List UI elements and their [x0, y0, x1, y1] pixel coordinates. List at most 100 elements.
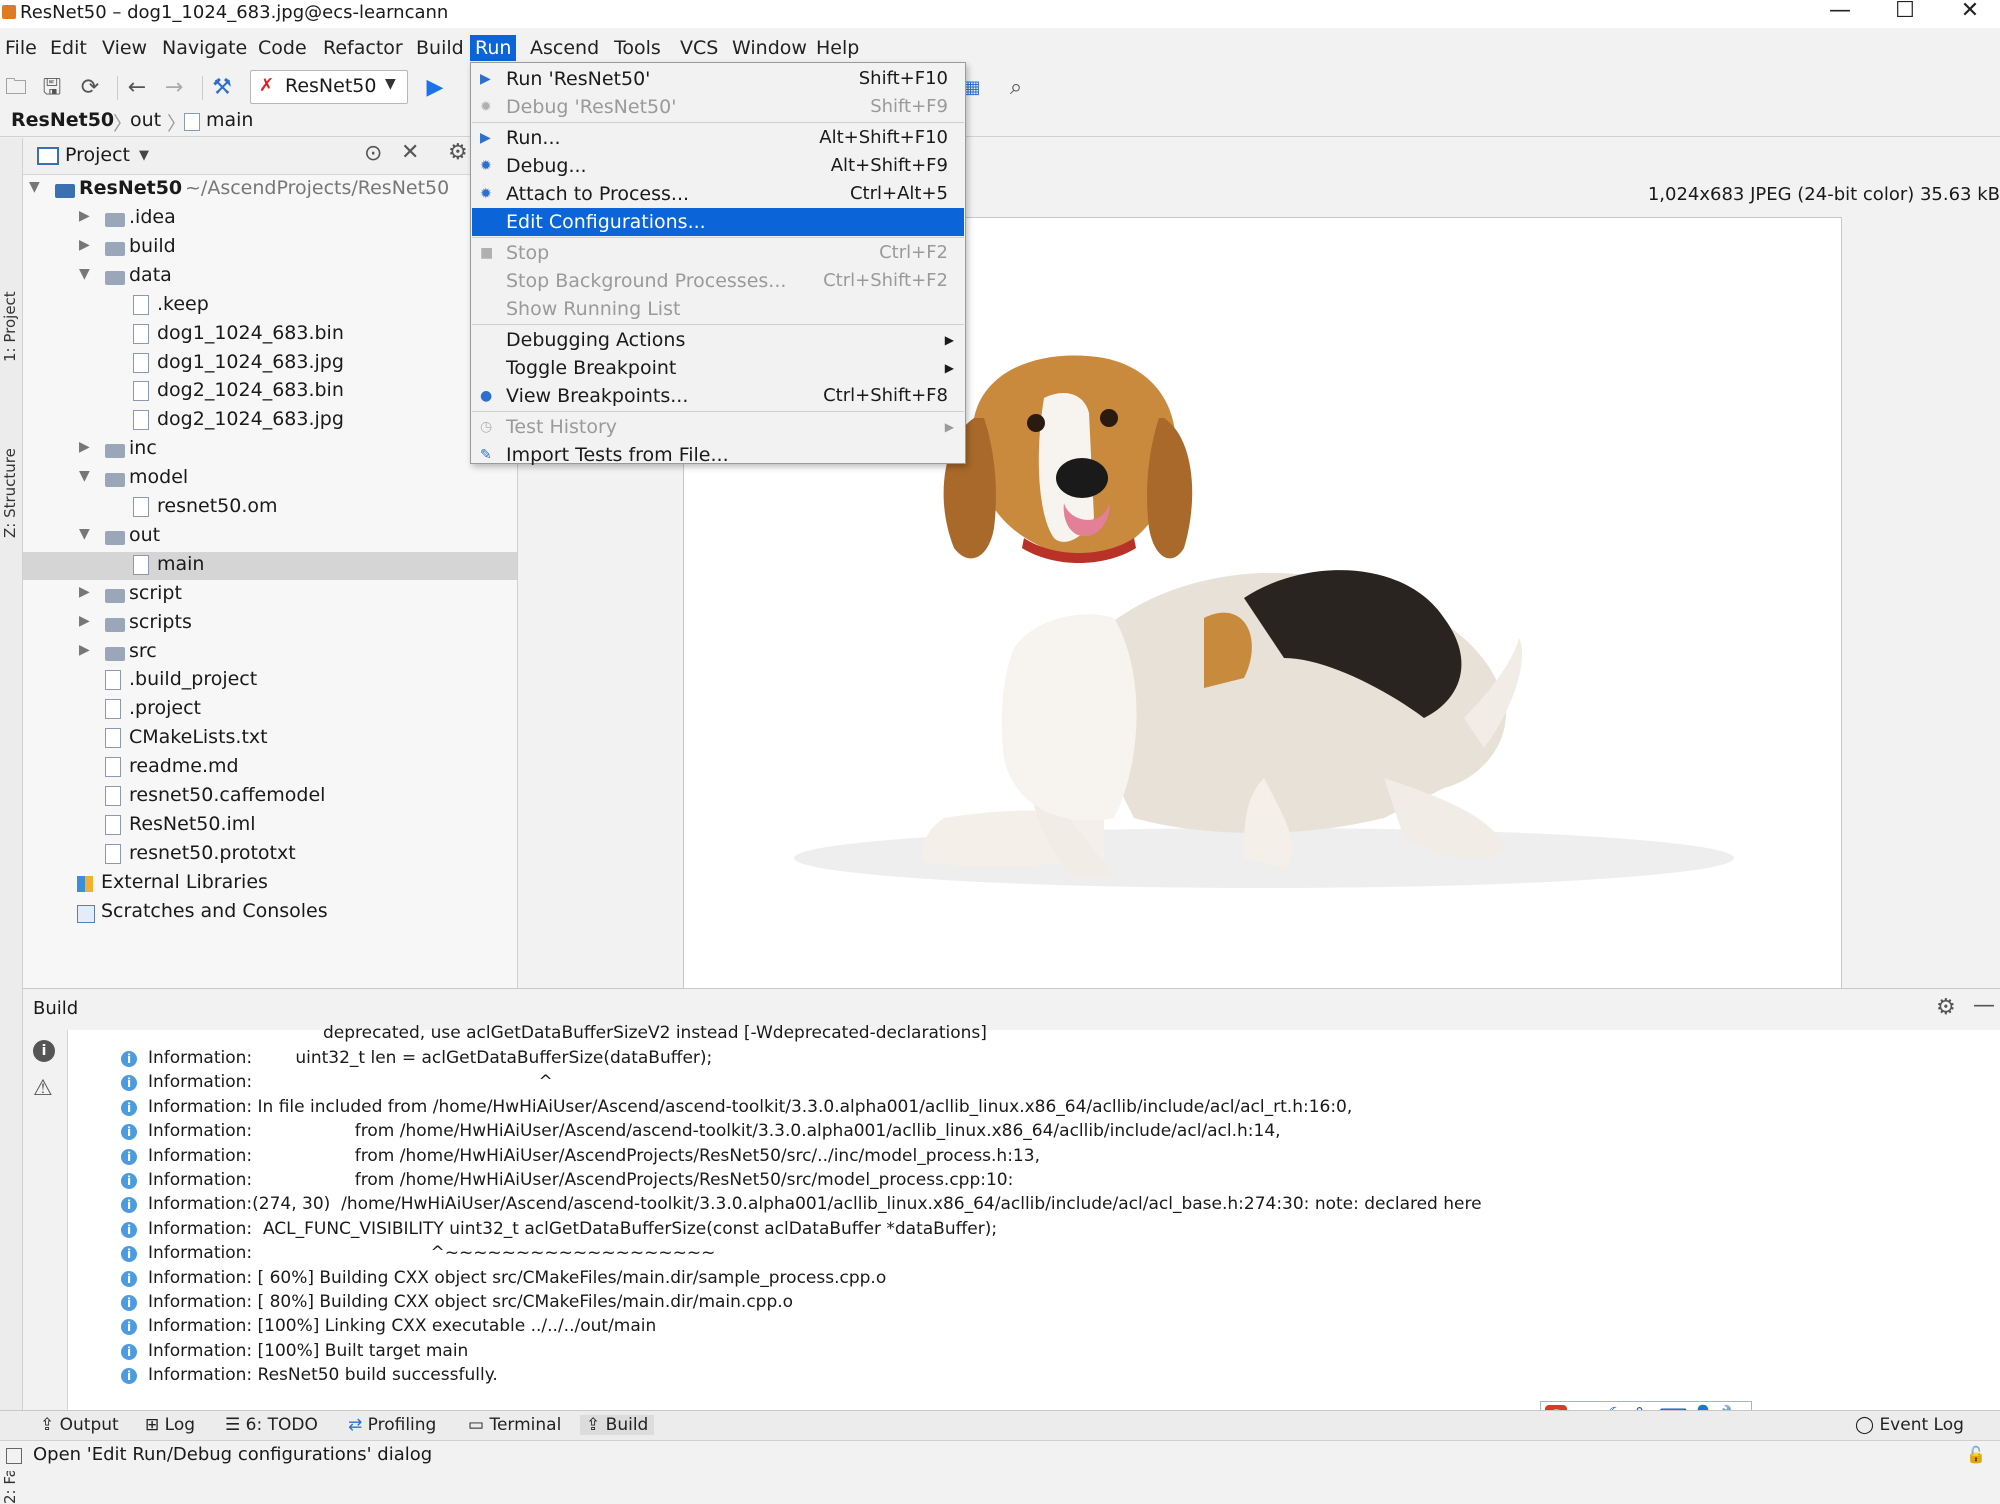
tab-build[interactable]: ⇪ Build [580, 1415, 655, 1435]
breadcrumb-item[interactable]: ResNet50 [11, 109, 114, 131]
menu-run[interactable]: Run [470, 35, 517, 61]
close-button[interactable]: ✕ [1950, 0, 1990, 23]
run-menu-item[interactable]: ◷ Test History ▶ [472, 413, 964, 441]
event-log-button[interactable]: ◯ Event Log [1855, 1415, 1964, 1435]
sync-icon[interactable]: ⟳ [76, 74, 104, 102]
tree-item[interactable]: ▼ data [23, 263, 517, 291]
minimize-panel-icon[interactable]: — [1973, 993, 1995, 1018]
expand-arrow-icon[interactable]: ▶ [79, 613, 90, 629]
menu-tools[interactable]: Tools [609, 35, 666, 61]
run-menu-item[interactable]: ✹ Attach to Process... Ctrl+Alt+5 [472, 180, 964, 208]
menu-edit[interactable]: Edit [45, 35, 92, 61]
expand-arrow-icon[interactable]: ▶ [79, 642, 90, 658]
tree-item[interactable]: ▶ .idea [23, 205, 517, 233]
save-icon[interactable]: 🖫 [38, 74, 66, 102]
gear-icon[interactable]: ⚙ [1936, 995, 1956, 1020]
tree-item[interactable]: ▶ inc [23, 436, 517, 464]
tree-item[interactable]: ▶ script [23, 581, 517, 609]
run-menu-item-label: Toggle Breakpoint [506, 357, 677, 379]
menu-help[interactable]: Help [811, 35, 864, 61]
tab-terminal[interactable]: ▭ Terminal [468, 1415, 561, 1435]
info-icon: i [121, 1343, 137, 1360]
run-config-dropdown[interactable]: ✗ ResNet50 ▼ [250, 70, 408, 104]
menu-ascend[interactable]: Ascend [525, 35, 604, 61]
tree-item[interactable]: .build_project [23, 667, 517, 695]
tree-item[interactable]: dog1_1024_683.bin [23, 321, 517, 349]
tab-todo[interactable]: ☰ 6: TODO [225, 1415, 318, 1435]
tree-item[interactable]: resnet50.prototxt [23, 841, 517, 869]
menu-refactor[interactable]: Refactor [318, 35, 408, 61]
tree-item[interactable]: dog2_1024_683.jpg [23, 407, 517, 435]
structure-tool-tab[interactable]: Z: Structure [1, 448, 19, 538]
tree-item[interactable]: resnet50.om [23, 494, 517, 522]
project-tool-tab[interactable]: 1: Project [1, 291, 19, 362]
expand-arrow-icon[interactable]: ▶ [79, 208, 90, 224]
chevron-down-icon[interactable]: ▼ [139, 148, 149, 163]
expand-arrow-icon[interactable]: ▶ [79, 584, 90, 600]
tree-item[interactable]: .keep [23, 292, 517, 320]
run-menu-item[interactable]: ▶ Run 'ResNet50' Shift+F10 [472, 65, 964, 93]
run-menu-item[interactable]: Stop Background Processes... Ctrl+Shift+F… [472, 267, 964, 295]
menu-vcs[interactable]: VCS [675, 35, 723, 61]
expand-arrow-icon[interactable]: ▶ [79, 237, 90, 253]
run-menu-item[interactable]: Edit Configurations... [472, 208, 964, 236]
run-menu-item[interactable]: ✹ Debug... Alt+Shift+F9 [472, 152, 964, 180]
open-folder-icon[interactable]: 🗀 [2, 74, 30, 102]
minimize-button[interactable]: — [1820, 0, 1860, 23]
run-menu-item[interactable]: ✹ Debug 'ResNet50' Shift+F9 [472, 93, 964, 121]
breadcrumb-item[interactable]: out [130, 109, 161, 131]
warning-filter-icon[interactable]: ⚠ [33, 1076, 53, 1101]
tree-item[interactable]: External Libraries [23, 870, 517, 898]
menu-file[interactable]: File [0, 35, 42, 61]
tree-item[interactable]: main [23, 551, 517, 580]
collapse-icon[interactable]: ✕ [401, 140, 419, 165]
run-icon[interactable]: ▶ [421, 74, 449, 102]
run-menu-item[interactable]: ■ Stop Ctrl+F2 [472, 239, 964, 267]
tree-item[interactable]: ▼ model [23, 465, 517, 493]
search-icon[interactable]: ⌕ [1002, 74, 1030, 102]
tree-item[interactable]: readme.md [23, 754, 517, 782]
gear-icon[interactable]: ⚙ [448, 140, 468, 165]
menu-navigate[interactable]: Navigate [157, 35, 252, 61]
collapse-arrow-icon[interactable]: ▼ [79, 266, 90, 282]
tree-item[interactable]: ▼ out [23, 523, 517, 551]
collapse-arrow-icon[interactable]: ▼ [79, 468, 90, 484]
run-menu-item[interactable]: ● View Breakpoints... Ctrl+Shift+F8 [472, 382, 964, 410]
tab-output[interactable]: ⇪ Output [40, 1415, 119, 1435]
tree-item[interactable]: Scratches and Consoles [23, 899, 517, 927]
breadcrumb-item[interactable]: main [206, 109, 253, 131]
toggle-tool-windows-icon[interactable] [6, 1448, 22, 1464]
back-icon[interactable]: ← [123, 74, 151, 102]
locate-icon[interactable]: ⊙ [364, 141, 382, 166]
project-view-label[interactable]: Project [65, 144, 130, 166]
collapse-arrow-icon[interactable]: ▼ [79, 526, 90, 542]
lock-icon[interactable]: 🔓 [1966, 1445, 1986, 1464]
run-menu-item[interactable]: Toggle Breakpoint ▶ [472, 354, 964, 382]
tree-item[interactable]: resnet50.caffemodel [23, 783, 517, 811]
run-menu-item[interactable]: Debugging Actions ▶ [472, 326, 964, 354]
run-menu-item[interactable]: Show Running List [472, 295, 964, 323]
run-menu-item[interactable]: ▶ Run... Alt+Shift+F10 [472, 124, 964, 152]
menu-code[interactable]: Code [253, 35, 312, 61]
info-filter-icon[interactable]: i [33, 1040, 55, 1062]
forward-icon[interactable]: → [160, 74, 188, 102]
tree-root[interactable]: ▼ ResNet50 ~/AscendProjects/ResNet50 [23, 176, 517, 204]
build-hammer-icon[interactable]: ⚒ [208, 74, 236, 102]
maximize-button[interactable]: ☐ [1885, 0, 1925, 23]
menu-window[interactable]: Window [727, 35, 812, 61]
tab-profiling[interactable]: ⇄ Profiling [348, 1415, 436, 1435]
run-menu-item[interactable]: ✎ Import Tests from File... [472, 441, 964, 469]
chevron-right-icon: ▶ [944, 333, 954, 347]
menu-view[interactable]: View [97, 35, 152, 61]
tab-log[interactable]: ⊞ Log [145, 1415, 195, 1435]
tree-item[interactable]: ▶ scripts [23, 610, 517, 638]
menu-build[interactable]: Build [411, 35, 469, 61]
tree-item[interactable]: ResNet50.iml [23, 812, 517, 840]
expand-arrow-icon[interactable]: ▶ [79, 439, 90, 455]
tree-item[interactable]: ▶ src [23, 639, 517, 667]
tree-item[interactable]: dog2_1024_683.bin [23, 378, 517, 406]
tree-item[interactable]: ▶ build [23, 234, 517, 262]
tree-item[interactable]: CMakeLists.txt [23, 725, 517, 753]
tree-item[interactable]: .project [23, 696, 517, 724]
tree-item[interactable]: dog1_1024_683.jpg [23, 350, 517, 378]
